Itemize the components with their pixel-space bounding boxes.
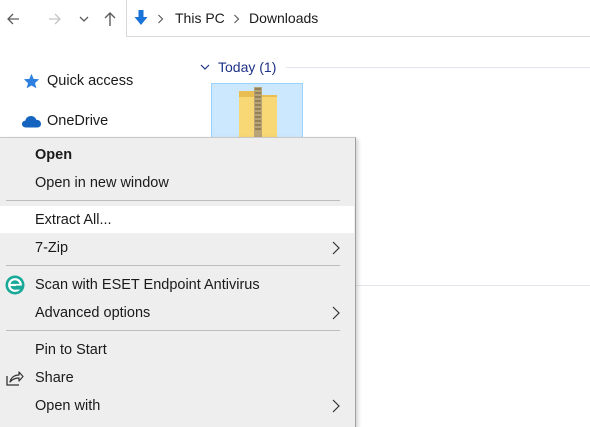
menu-item-open-in-new-window[interactable]: Open in new window	[0, 169, 354, 196]
menu-separator	[6, 330, 340, 331]
menu-separator	[6, 265, 340, 266]
menu-item-label: Open	[35, 146, 73, 163]
chevron-down-icon	[79, 16, 89, 22]
menu-item-pin-to-start[interactable]: Pin to Start	[0, 336, 354, 363]
navigation-bar: This PC Downloads	[0, 0, 590, 38]
menu-item-share[interactable]: Share	[0, 364, 354, 391]
menu-item-7-zip[interactable]: 7-Zip	[0, 234, 354, 261]
breadcrumb-this-pc[interactable]: This PC	[175, 0, 225, 37]
context-menu: Open Open in new window Extract All... 7…	[0, 137, 356, 427]
submenu-arrow-icon	[332, 399, 340, 413]
group-divider	[286, 67, 590, 68]
star-icon	[23, 73, 40, 89]
eset-icon	[4, 274, 26, 296]
nav-item-label: OneDrive	[47, 113, 109, 129]
menu-item-open[interactable]: Open	[0, 141, 354, 168]
zip-folder-icon	[239, 87, 277, 141]
breadcrumb-separator-icon	[233, 0, 240, 37]
share-icon	[4, 367, 26, 389]
menu-separator	[6, 200, 340, 201]
chevron-down-icon	[200, 64, 210, 70]
menu-item-label: Share	[35, 369, 74, 386]
menu-item-label: Open with	[35, 397, 101, 414]
breadcrumb-separator-icon	[157, 0, 164, 37]
arrow-left-icon	[7, 13, 19, 25]
submenu-arrow-icon	[332, 241, 340, 255]
arrow-up-icon	[104, 12, 116, 26]
back-button[interactable]	[2, 0, 24, 38]
recent-locations-button[interactable]	[76, 0, 92, 38]
arrow-right-icon	[49, 13, 61, 25]
menu-item-scan-eset[interactable]: Scan with ESET Endpoint Antivirus	[0, 271, 354, 298]
menu-item-label: 7-Zip	[35, 239, 69, 256]
group-label: Today (1)	[218, 59, 277, 75]
menu-item-label: Pin to Start	[35, 341, 107, 358]
group-header-today[interactable]: Today (1)	[200, 58, 276, 76]
forward-button[interactable]	[44, 0, 66, 38]
breadcrumb-downloads[interactable]: Downloads	[249, 0, 318, 37]
submenu-arrow-icon	[332, 306, 340, 320]
menu-item-label: Open in new window	[35, 174, 169, 191]
file-item-selected[interactable]	[211, 83, 303, 143]
group-divider	[354, 285, 590, 286]
nav-item-onedrive[interactable]: OneDrive	[0, 107, 190, 135]
menu-item-advanced-options[interactable]: Advanced options	[0, 299, 354, 326]
menu-item-extract-all[interactable]: Extract All...	[0, 206, 354, 233]
nav-item-quick-access[interactable]: Quick access	[0, 67, 190, 95]
up-button[interactable]	[100, 0, 120, 38]
menu-item-label: Scan with ESET Endpoint Antivirus	[35, 276, 260, 293]
address-bar[interactable]: This PC Downloads	[126, 0, 590, 37]
nav-item-label: Quick access	[47, 73, 134, 89]
menu-item-label: Extract All...	[35, 211, 112, 228]
menu-item-open-with[interactable]: Open with	[0, 392, 354, 419]
downloads-icon	[134, 10, 148, 25]
menu-item-label: Advanced options	[35, 304, 151, 321]
cloud-icon	[22, 116, 41, 128]
